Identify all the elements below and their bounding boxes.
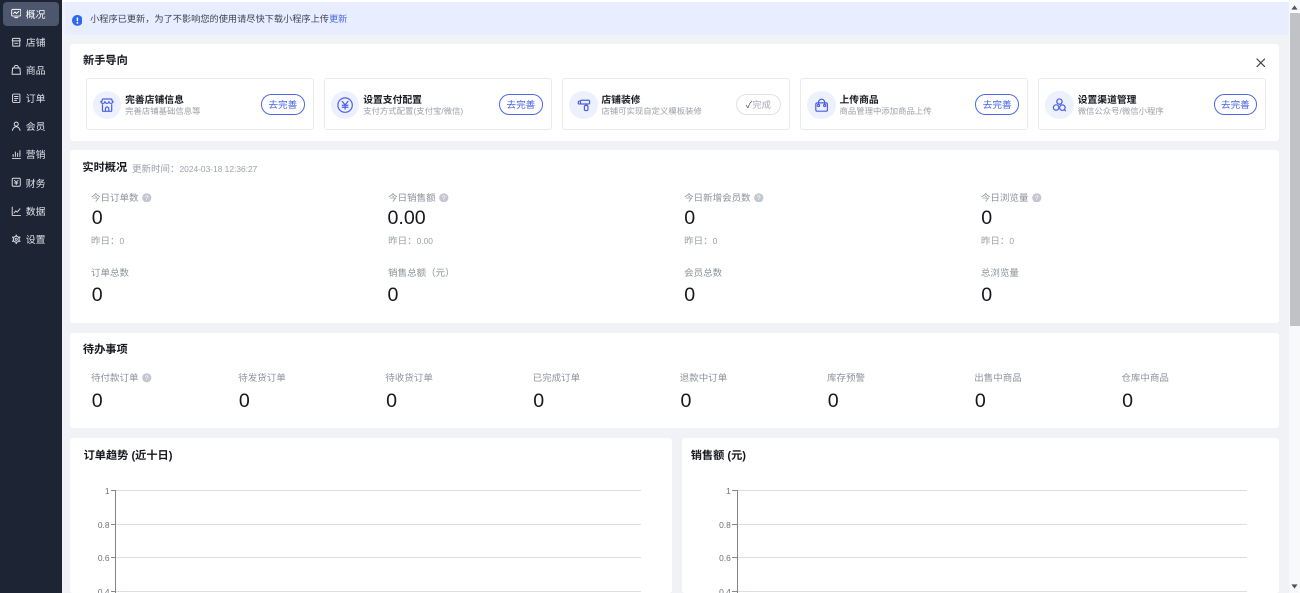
svg-text:?: ?	[757, 195, 761, 202]
svg-text:?: ?	[145, 195, 149, 202]
svg-text:?: ?	[1035, 195, 1039, 202]
svg-text:?: ?	[145, 375, 149, 382]
svg-text:?: ?	[442, 195, 446, 202]
